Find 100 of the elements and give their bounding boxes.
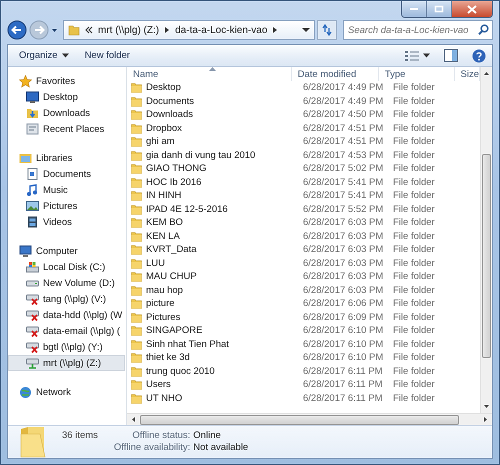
- disconnected-drive-icon: [26, 293, 39, 305]
- nav-item[interactable]: Music: [8, 182, 125, 198]
- help-icon[interactable]: [472, 48, 486, 62]
- folder-icon: [131, 338, 142, 350]
- table-cell-text: File folder: [392, 312, 436, 323]
- file-name[interactable]: SINGAPORE: [146, 325, 202, 336]
- file-name[interactable]: KEN LA: [146, 230, 180, 242]
- file-name[interactable]: picture: [146, 298, 175, 310]
- nav-item[interactable]: Local Disk (C:): [8, 259, 125, 275]
- detail-value: Not available: [193, 442, 248, 453]
- file-name[interactable]: Pictures: [146, 312, 180, 323]
- nav-item[interactable]: bgtl (\\plg) (Y:): [8, 339, 125, 355]
- table-cell-text: 6/28/2017 6:11 PM: [302, 379, 384, 390]
- file-name[interactable]: Sinh nhat Tien Phat: [146, 338, 229, 350]
- nav-item[interactable]: data-hdd (\\plg) (W: [8, 307, 125, 323]
- close-button[interactable]: [452, 1, 492, 17]
- minimize-icon: [409, 7, 419, 11]
- table-cell-text: File folder: [392, 338, 436, 350]
- nav-item[interactable]: Videos: [8, 214, 125, 230]
- table-cell-text: 6/28/2017 6:03 PM: [302, 244, 384, 256]
- folder-icon: [131, 136, 142, 148]
- file-name[interactable]: thiet ke 3d: [146, 352, 190, 364]
- file-name[interactable]: KEM BO: [146, 217, 183, 228]
- nav-item[interactable]: Desktop: [8, 89, 125, 105]
- file-name[interactable]: gia danh di vung tau 2010: [146, 150, 256, 161]
- music-icon: [26, 184, 39, 196]
- file-name[interactable]: Dropbox: [146, 122, 182, 134]
- file-name[interactable]: Downloads: [146, 109, 193, 120]
- file-name[interactable]: Desktop: [146, 82, 181, 94]
- search-icon[interactable]: [478, 24, 489, 35]
- file-name[interactable]: KVRT_Data: [146, 244, 197, 256]
- folder-icon: [131, 352, 142, 364]
- column-header[interactable]: Type: [378, 67, 455, 81]
- toolbar-button[interactable]: Organize: [14, 48, 74, 63]
- file-name[interactable]: LUU: [146, 258, 166, 269]
- table-cell-text: 6/28/2017 6:03 PM: [302, 271, 384, 282]
- maximize-button[interactable]: [427, 1, 452, 17]
- address-bar[interactable]: mrt (\\plg) (Z:) da-ta-a-Loc-kien-vao: [63, 20, 315, 40]
- folder-icon: [131, 312, 142, 323]
- vertical-scrollbar[interactable]: [480, 67, 492, 413]
- nav-item[interactable]: Libraries: [8, 150, 125, 166]
- breadcrumb-arrow-icon[interactable]: [164, 26, 170, 34]
- column-header[interactable]: Name: [127, 67, 292, 81]
- table-cell-text: 6/28/2017 6:10 PM: [302, 325, 384, 336]
- nav-item[interactable]: New Volume (D:): [8, 275, 125, 291]
- view-caret-icon[interactable]: [423, 53, 430, 58]
- breadcrumb-arrow-icon[interactable]: [272, 26, 278, 34]
- folder-icon: [131, 325, 142, 336]
- folder-icon: [131, 271, 142, 282]
- nav-item[interactable]: Recent Places: [8, 121, 125, 137]
- nav-item[interactable]: Pictures: [8, 198, 125, 214]
- back-button[interactable]: [7, 20, 27, 40]
- breadcrumb-link[interactable]: da-ta-a-Loc-kien-vao: [175, 24, 268, 36]
- overflow-chevron-icon[interactable]: [85, 26, 93, 34]
- nav-item[interactable]: Computer: [8, 243, 125, 259]
- file-name[interactable]: trung quoc 2010: [146, 366, 215, 377]
- column-header[interactable]: Date modified: [292, 67, 379, 81]
- preview-pane-icon[interactable]: [444, 49, 458, 62]
- refresh-button[interactable]: [317, 20, 337, 40]
- table-cell-text: File folder: [392, 298, 436, 310]
- file-name[interactable]: mau hop: [146, 284, 183, 296]
- table-cell-text: File folder: [392, 109, 436, 120]
- file-name[interactable]: IN HINH: [146, 190, 182, 202]
- file-name[interactable]: UT NHO: [146, 392, 182, 404]
- nav-item[interactable]: tang (\\plg) (V:): [8, 291, 125, 307]
- file-name[interactable]: ghi am: [146, 136, 175, 148]
- search-field[interactable]: Search da-ta-a-Loc-kien-vao: [343, 20, 493, 40]
- view-options-icon[interactable]: [405, 50, 419, 61]
- detail-value: Online: [193, 430, 222, 441]
- minimize-button[interactable]: [402, 1, 427, 17]
- nav-item[interactable]: Network: [8, 384, 125, 400]
- nav-item[interactable]: mrt (\\plg) (Z:): [8, 355, 125, 371]
- horizontal-scrollbar[interactable]: [127, 413, 492, 425]
- pictures-icon: [26, 200, 39, 212]
- nav-item[interactable]: Documents: [8, 166, 125, 182]
- nav-item[interactable]: Downloads: [8, 105, 125, 121]
- table-cell-text: File folder: [392, 392, 436, 404]
- folder-icon: [131, 163, 142, 174]
- folder-icon: [131, 150, 142, 161]
- table-cell-text: 6/28/2017 5:41 PM: [302, 190, 384, 202]
- table-cell-text: 6/28/2017 6:10 PM: [302, 338, 384, 350]
- file-name[interactable]: IPAD 4E 12-5-2016: [146, 204, 228, 215]
- file-name[interactable]: HOC Ib 2016: [146, 176, 202, 188]
- breadcrumb-link[interactable]: mrt (\\plg) (Z:): [98, 24, 160, 36]
- toolbar-button[interactable]: New folder: [80, 48, 135, 63]
- network-icon: [19, 386, 32, 398]
- nav-item[interactable]: Favorites: [8, 73, 125, 89]
- nav-item[interactable]: data-email (\\plg) (: [8, 323, 125, 339]
- table-cell-text: File folder: [392, 82, 436, 94]
- file-name[interactable]: MAU CHUP: [146, 271, 197, 282]
- folder-icon: [131, 109, 142, 120]
- table-cell-text: File folder: [392, 271, 436, 282]
- file-name[interactable]: Users: [146, 379, 171, 390]
- detail-label: Offline availability:: [114, 442, 190, 453]
- table-cell-text: 6/28/2017 5:52 PM: [302, 204, 384, 215]
- file-name[interactable]: GIAO THONG: [146, 163, 207, 174]
- folder-icon: [131, 379, 142, 390]
- file-name[interactable]: Documents: [146, 96, 194, 107]
- dropdown-caret-icon[interactable]: [302, 27, 310, 33]
- table-cell-text: 6/28/2017 5:02 PM: [302, 163, 384, 174]
